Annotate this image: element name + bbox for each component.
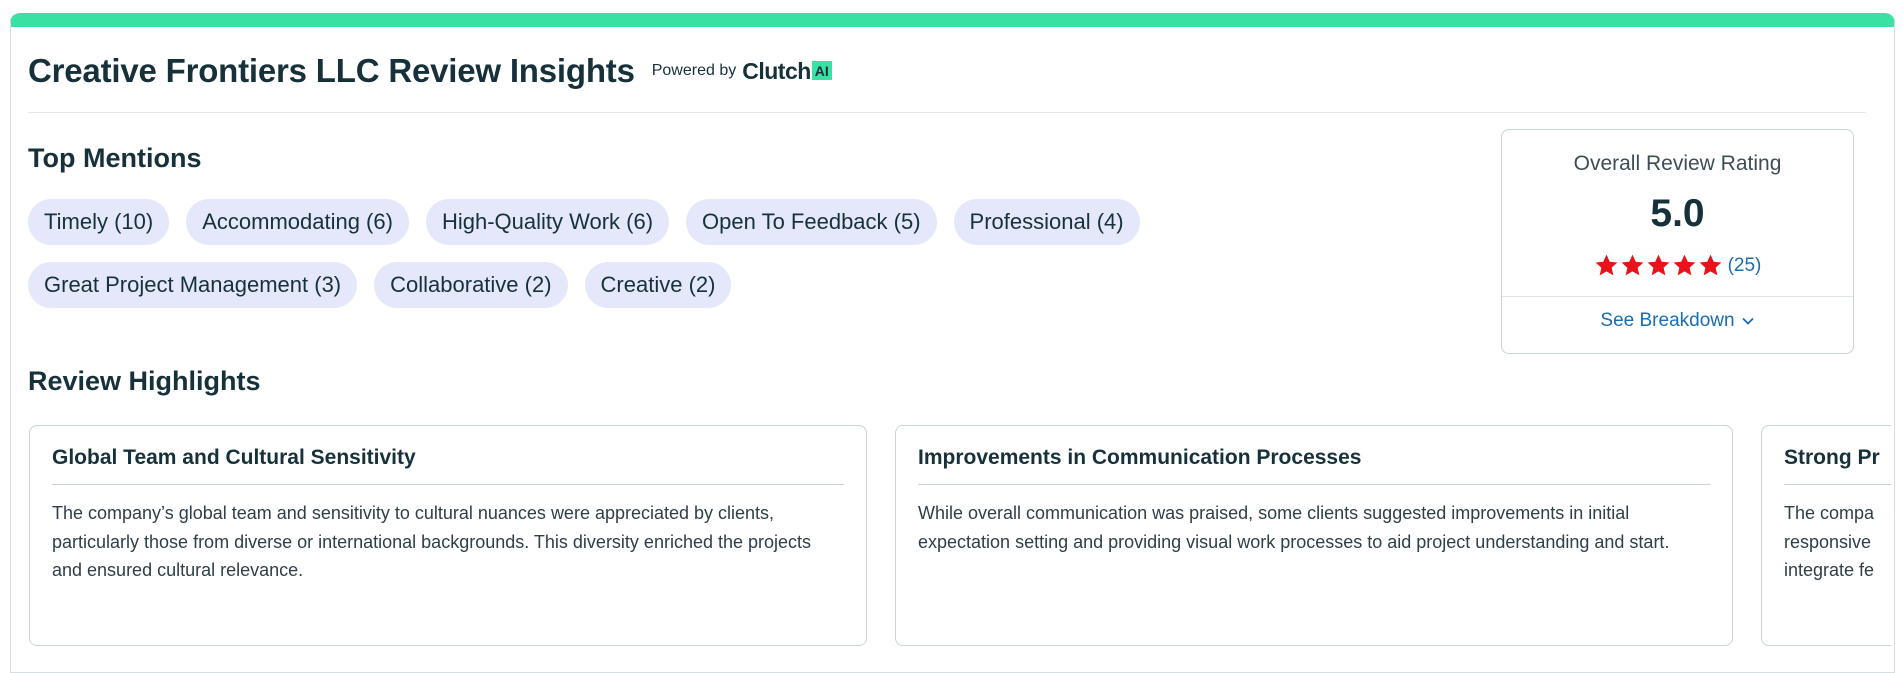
- mention-chip-professional[interactable]: Professional (4): [953, 199, 1140, 245]
- star-icon: [1621, 254, 1644, 276]
- mention-chip-high-quality-work[interactable]: High-Quality Work (6): [425, 199, 670, 245]
- star-icon: [1673, 254, 1696, 276]
- chevron-down-icon: [1741, 317, 1754, 325]
- highlight-card: Improvements in Communication Processes …: [895, 425, 1733, 646]
- mention-chip-accommodating[interactable]: Accommodating (6): [186, 199, 409, 245]
- highlight-card: Global Team and Cultural Sensitivity The…: [29, 425, 867, 646]
- star-icon: [1699, 254, 1722, 276]
- insights-header: Creative Frontiers LLC Review Insights P…: [28, 42, 1866, 113]
- review-count-link[interactable]: (25): [1728, 255, 1762, 277]
- rating-stars: (25): [1502, 253, 1853, 278]
- highlight-card-text: The compa responsive integrate fe: [1784, 503, 1875, 580]
- powered-by: Powered by Clutch AI: [652, 58, 832, 85]
- divider: [1502, 296, 1853, 297]
- highlight-carousel: Global Team and Cultural Sensitivity The…: [29, 425, 1891, 665]
- highlight-card-text: While overall communication was praised,…: [918, 503, 1670, 552]
- ai-badge: AI: [811, 60, 832, 80]
- mention-chips: Timely (10) Accommodating (6) High-Quali…: [28, 199, 1488, 325]
- mention-chip-great-project-management[interactable]: Great Project Management (3): [28, 262, 358, 308]
- star-icon: [1647, 254, 1670, 276]
- mention-chip-open-to-feedback[interactable]: Open To Feedback (5): [686, 199, 937, 245]
- chip-row: Great Project Management (3) Collaborati…: [28, 262, 1488, 308]
- star-icon: [1595, 254, 1618, 276]
- powered-by-label: Powered by: [651, 62, 737, 79]
- highlight-card-title: Strong Pr: [1784, 446, 1891, 485]
- overall-rating-card: Overall Review Rating 5.0 (25) See Break…: [1501, 129, 1854, 354]
- highlight-card: Strong Pr The compa responsive integrate…: [1761, 425, 1891, 646]
- mention-chip-timely[interactable]: Timely (10): [28, 199, 170, 245]
- see-breakdown-button[interactable]: See Breakdown: [1502, 310, 1853, 332]
- top-mentions-title: Top Mentions: [28, 143, 202, 173]
- mention-chip-creative[interactable]: Creative (2): [584, 262, 732, 308]
- rating-label: Overall Review Rating: [1573, 152, 1782, 175]
- review-highlights-title: Review Highlights: [28, 366, 261, 396]
- highlight-card-text: The company’s global team and sensitivit…: [52, 503, 812, 580]
- chip-row: Timely (10) Accommodating (6) High-Quali…: [28, 199, 1488, 245]
- rating-value: 5.0: [1650, 192, 1705, 235]
- highlight-card-title: Improvements in Communication Processes: [918, 446, 1710, 485]
- page-title: Creative Frontiers LLC Review Insights: [28, 52, 635, 89]
- highlight-card-title: Global Team and Cultural Sensitivity: [52, 446, 844, 485]
- clutch-logo: Clutch: [742, 57, 811, 84]
- see-breakdown-label: See Breakdown: [1600, 310, 1735, 331]
- mention-chip-collaborative[interactable]: Collaborative (2): [374, 262, 568, 308]
